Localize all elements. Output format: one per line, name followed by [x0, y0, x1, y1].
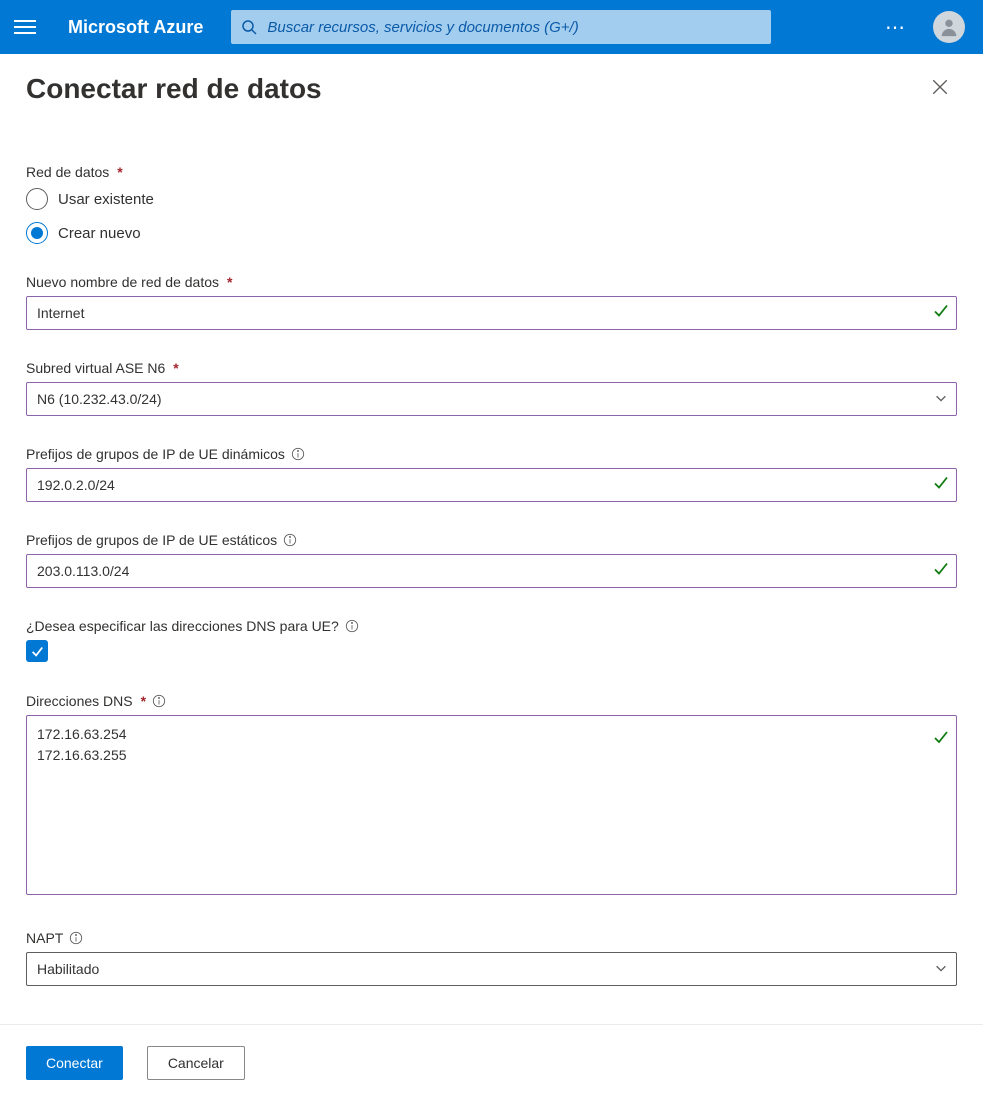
person-icon [938, 16, 960, 38]
chevron-down-icon [934, 961, 948, 978]
brand-label: Microsoft Azure [68, 17, 203, 38]
azure-topbar: Microsoft Azure ⋯ [0, 0, 983, 54]
info-icon[interactable] [283, 533, 297, 547]
close-button[interactable] [923, 68, 957, 110]
page-title: Conectar red de datos [26, 73, 322, 105]
check-icon [933, 561, 949, 582]
chevron-down-icon [934, 391, 948, 408]
radio-icon [26, 188, 48, 210]
cancel-button[interactable]: Cancelar [147, 1046, 245, 1080]
user-avatar[interactable] [933, 11, 965, 43]
dns-label: Direcciones DNS [26, 693, 133, 709]
dns-checkbox[interactable] [26, 640, 48, 662]
search-icon [241, 19, 257, 35]
check-icon [933, 475, 949, 496]
radio-create-new-label: Crear nuevo [58, 225, 141, 242]
check-icon [933, 729, 949, 750]
info-icon[interactable] [291, 447, 305, 461]
close-icon [931, 78, 949, 96]
stat-prefix-input[interactable] [26, 554, 957, 588]
new-name-label: Nuevo nombre de red de datos [26, 274, 219, 290]
required-asterisk: * [117, 164, 122, 180]
subnet-value: N6 (10.232.43.0/24) [37, 391, 162, 407]
napt-dropdown[interactable]: Habilitado [26, 952, 957, 986]
info-icon[interactable] [69, 931, 83, 945]
dns-question-label: ¿Desea especificar las direcciones DNS p… [26, 618, 339, 634]
overflow-menu[interactable]: ⋯ [885, 15, 907, 40]
global-search[interactable] [231, 10, 771, 44]
required-asterisk: * [141, 693, 146, 709]
subnet-dropdown[interactable]: N6 (10.232.43.0/24) [26, 382, 957, 416]
page-footer: Conectar Cancelar [0, 1024, 983, 1100]
required-asterisk: * [227, 274, 232, 290]
check-icon [933, 303, 949, 324]
radio-icon-selected [26, 222, 48, 244]
radio-create-new[interactable]: Crear nuevo [26, 222, 957, 244]
subnet-label: Subred virtual ASE N6 [26, 360, 165, 376]
napt-value: Habilitado [37, 961, 99, 977]
checkmark-icon [30, 644, 44, 658]
page-content: Conectar red de datos Red de datos * Usa… [0, 54, 983, 1024]
info-icon[interactable] [152, 694, 166, 708]
dns-textarea[interactable] [26, 715, 957, 895]
search-input[interactable] [267, 19, 761, 36]
info-icon[interactable] [345, 619, 359, 633]
radio-use-existing-label: Usar existente [58, 191, 154, 208]
connect-button[interactable]: Conectar [26, 1046, 123, 1080]
dyn-prefix-label: Prefijos de grupos de IP de UE dinámicos [26, 446, 285, 462]
hamburger-menu[interactable] [10, 12, 40, 42]
radio-use-existing[interactable]: Usar existente [26, 188, 957, 210]
napt-label: NAPT [26, 930, 63, 946]
dyn-prefix-input[interactable] [26, 468, 957, 502]
required-asterisk: * [173, 360, 178, 376]
stat-prefix-label: Prefijos de grupos de IP de UE estáticos [26, 532, 277, 548]
new-name-input[interactable] [26, 296, 957, 330]
data-network-label: Red de datos [26, 164, 109, 180]
